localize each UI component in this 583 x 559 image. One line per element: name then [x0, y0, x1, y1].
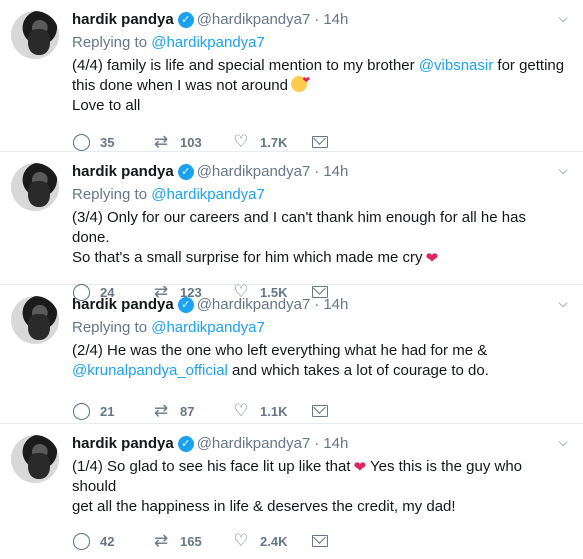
- reply-icon: ◯: [72, 401, 92, 420]
- chevron-down-icon[interactable]: ⌵: [555, 11, 571, 25]
- like-count: 1.1K: [260, 403, 288, 419]
- tweet[interactable]: ⌵ hardik pandya ✓ @hardikpandya7 · 14h R…: [0, 285, 583, 424]
- reply-count: 35: [100, 134, 115, 150]
- avatar[interactable]: [11, 435, 59, 483]
- heart-icon: ♡: [233, 401, 249, 420]
- author-handle[interactable]: @hardikpandya7: [197, 295, 311, 315]
- dm-button[interactable]: [312, 405, 392, 417]
- like-button[interactable]: ♡ 1.7K: [232, 132, 312, 152]
- replying-to-label: Replying to: [72, 34, 148, 51]
- like-count: 2.4K: [260, 533, 288, 549]
- separator-dot: ·: [314, 435, 320, 452]
- author-handle[interactable]: @hardikpandya7: [197, 10, 311, 30]
- tweet-header: hardik pandya ✓ @hardikpandya7 · 14h: [72, 162, 583, 182]
- verified-badge-icon: ✓: [177, 12, 194, 28]
- heart-icon: ♡: [233, 132, 249, 151]
- retweet-icon: ⇄: [153, 132, 169, 151]
- reply-icon: ◯: [72, 132, 92, 151]
- replying-to-handle[interactable]: @hardikpandya7: [151, 319, 265, 336]
- chevron-down-icon[interactable]: ⌵: [555, 435, 571, 449]
- like-button[interactable]: ♡ 2.4K: [232, 531, 312, 551]
- timestamp[interactable]: 14h: [323, 10, 348, 30]
- timestamp[interactable]: 14h: [323, 434, 348, 454]
- retweet-count: 87: [180, 403, 195, 419]
- mention-link[interactable]: @vibsnasir: [419, 57, 493, 74]
- author-handle[interactable]: @hardikpandya7: [197, 162, 311, 182]
- replying-to-handle[interactable]: @hardikpandya7: [151, 34, 265, 51]
- replying-to-label: Replying to: [72, 319, 148, 336]
- tweet-text-segment: (3/4) Only for our careers and I can't t…: [72, 209, 526, 246]
- reply-count: 42: [100, 533, 115, 549]
- red-heart-emoji: ❤: [425, 250, 439, 267]
- timestamp[interactable]: 14h: [323, 295, 348, 315]
- author-name[interactable]: hardik pandya: [72, 162, 174, 182]
- separator-dot: ·: [314, 296, 320, 313]
- red-heart-emoji: ❤: [353, 459, 367, 476]
- retweet-button[interactable]: ⇄ 103: [152, 132, 232, 152]
- kiss-heart-emoji: [290, 73, 310, 92]
- tweet-text-segment: (1/4) So glad to see his face lit up lik…: [72, 458, 351, 475]
- tweet-text-segment: and which takes a lot of courage to do.: [227, 362, 489, 379]
- tweet-text-segment: So that's a small surprise for him which…: [72, 249, 423, 266]
- tweet-text: (2/4) He was the one who left everything…: [72, 341, 583, 381]
- tweet[interactable]: ⌵ hardik pandya ✓ @hardikpandya7 · 14h R…: [0, 152, 583, 301]
- author-name[interactable]: hardik pandya: [72, 434, 174, 454]
- dm-button[interactable]: [312, 136, 392, 148]
- envelope-icon: [312, 405, 328, 417]
- tweet-text-segment: Love to all: [72, 97, 141, 114]
- tweet-actions: ◯ 42 ⇄ 165 ♡ 2.4K: [72, 523, 583, 559]
- tweet-text-segment: (2/4) He was the one who left everything…: [72, 342, 488, 359]
- retweet-button[interactable]: ⇄ 165: [152, 531, 232, 551]
- verified-badge-icon: ✓: [177, 164, 194, 180]
- replying-to: Replying to @hardikpandya7: [72, 33, 583, 53]
- tweet-header: hardik pandya ✓ @hardikpandya7 · 14h: [72, 10, 583, 30]
- like-button[interactable]: ♡ 1.1K: [232, 401, 312, 421]
- tweet-header: hardik pandya ✓ @hardikpandya7 · 14h: [72, 434, 583, 454]
- separator-dot: ·: [314, 11, 320, 28]
- timestamp[interactable]: 14h: [323, 162, 348, 182]
- reply-button[interactable]: ◯ 42: [72, 531, 152, 551]
- like-count: 1.7K: [260, 134, 288, 150]
- reply-count: 21: [100, 403, 115, 419]
- replying-to-handle[interactable]: @hardikpandya7: [151, 186, 265, 203]
- verified-badge-icon: ✓: [177, 297, 194, 313]
- heart-icon: ♡: [233, 531, 249, 550]
- reply-button[interactable]: ◯ 35: [72, 132, 152, 152]
- author-handle[interactable]: @hardikpandya7: [197, 434, 311, 454]
- envelope-icon: [312, 535, 328, 547]
- tweet[interactable]: ⌵ hardik pandya ✓ @hardikpandya7 · 14h R…: [0, 0, 583, 152]
- dm-button[interactable]: [312, 535, 392, 547]
- tweet-text-segment: (4/4) family is life and special mention…: [72, 57, 419, 74]
- retweet-button[interactable]: ⇄ 87: [152, 401, 232, 421]
- mention-link[interactable]: @krunalpandya_official: [72, 362, 228, 379]
- verified-badge-icon: ✓: [177, 436, 194, 452]
- retweet-icon: ⇄: [153, 531, 169, 550]
- avatar[interactable]: [11, 163, 59, 211]
- replying-to: Replying to @hardikpandya7: [72, 185, 583, 205]
- retweet-count: 165: [180, 533, 202, 549]
- tweet-text-segment: get all the happiness in life & deserves…: [72, 498, 456, 515]
- tweet-text: (1/4) So glad to see his face lit up lik…: [72, 457, 583, 517]
- retweet-count: 103: [180, 134, 202, 150]
- replying-to-label: Replying to: [72, 186, 148, 203]
- tweet[interactable]: ⌵ hardik pandya ✓ @hardikpandya7 · 14h (…: [0, 424, 583, 550]
- author-name[interactable]: hardik pandya: [72, 10, 174, 30]
- tweet-text: (4/4) family is life and special mention…: [72, 56, 583, 116]
- avatar[interactable]: [11, 11, 59, 59]
- author-name[interactable]: hardik pandya: [72, 295, 174, 315]
- chevron-down-icon[interactable]: ⌵: [555, 163, 571, 177]
- reply-button[interactable]: ◯ 21: [72, 401, 152, 421]
- tweet-text: (3/4) Only for our careers and I can't t…: [72, 208, 583, 268]
- chevron-down-icon[interactable]: ⌵: [555, 296, 571, 310]
- reply-icon: ◯: [72, 531, 92, 550]
- tweet-header: hardik pandya ✓ @hardikpandya7 · 14h: [72, 295, 583, 315]
- avatar[interactable]: [11, 296, 59, 344]
- separator-dot: ·: [314, 163, 320, 180]
- envelope-icon: [312, 136, 328, 148]
- replying-to: Replying to @hardikpandya7: [72, 318, 583, 338]
- retweet-icon: ⇄: [153, 401, 169, 420]
